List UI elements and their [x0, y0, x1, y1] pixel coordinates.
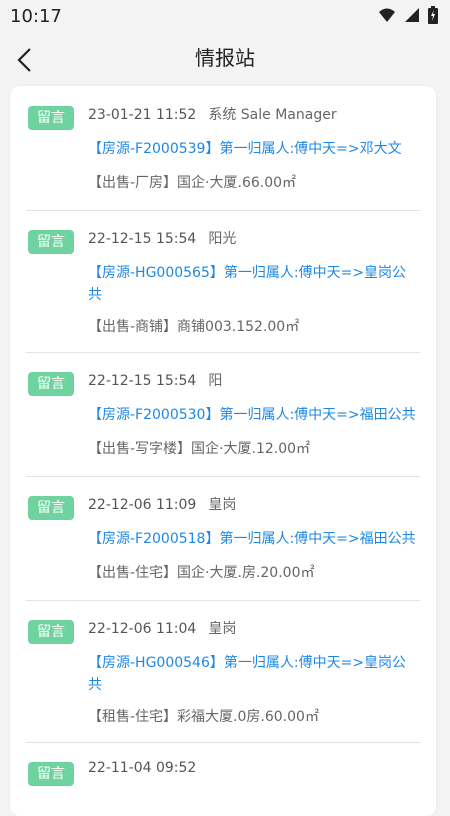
status-time: 10:17: [10, 6, 62, 27]
item-title-link[interactable]: 【房源-F2000539】第一归属人:傅中天=>邓大文: [88, 138, 418, 160]
item-meta: 23-01-21 11:52 系统 Sale Manager: [88, 104, 337, 124]
message-badge: 留言: [28, 230, 74, 254]
item-datetime: 22-12-06 11:04: [88, 621, 197, 637]
item-sender: 系统 Sale Manager: [208, 107, 337, 123]
item-meta: 22-12-15 15:54 阳: [88, 370, 222, 390]
item-datetime: 22-12-15 15:54: [88, 373, 197, 389]
item-sender: 皇岗: [208, 497, 237, 513]
message-badge: 留言: [28, 620, 74, 644]
message-badge: 留言: [28, 372, 74, 396]
item-datetime: 22-12-06 11:09: [88, 497, 197, 513]
item-meta: 22-12-06 11:09 皇岗: [88, 494, 236, 514]
item-meta: 22-12-06 11:04 皇岗: [88, 618, 236, 638]
list-item[interactable]: 留言 22-12-06 11:04 皇岗 【房源-HG000546】第一归属人:傅…: [26, 600, 420, 743]
list-item[interactable]: 留言 22-12-15 15:54 阳 【房源-F2000530】第一归属人:傅中…: [26, 352, 420, 477]
status-icons: [378, 6, 438, 24]
item-sender: 阳光: [208, 231, 237, 247]
signal-icon: [405, 8, 419, 22]
wifi-icon: [379, 8, 395, 22]
item-datetime: 22-11-04 09:52: [88, 760, 197, 776]
item-title-link[interactable]: 【房源-F2000530】第一归属人:傅中天=>福田公共: [88, 404, 418, 426]
item-desc: 【出售-商铺】商铺003.152.00㎡: [88, 319, 300, 335]
item-title-link[interactable]: 【房源-HG000546】第一归属人:傅中天=>皇岗公共: [88, 652, 418, 696]
item-desc: 【出售-写字楼】国企·大厦.12.00㎡: [88, 441, 311, 457]
battery-icon: [428, 6, 438, 24]
page-title: 情报站: [195, 46, 255, 70]
list-item[interactable]: 留言 23-01-21 11:52 系统 Sale Manager 【房源-F20…: [26, 86, 420, 211]
message-badge: 留言: [28, 762, 74, 786]
message-badge: 留言: [28, 496, 74, 520]
item-sender: 阳: [208, 373, 223, 389]
item-desc: 【出售-厂房】国企·大厦.66.00㎡: [88, 175, 297, 191]
item-sender: 皇岗: [208, 621, 237, 637]
list-item[interactable]: 留言 22-11-04 09:52: [26, 742, 420, 816]
list-item[interactable]: 留言 22-12-06 11:09 皇岗 【房源-F2000518】第一归属人:傅…: [26, 476, 420, 601]
item-desc: 【出售-住宅】国企·大厦.房.20.00㎡: [88, 565, 315, 581]
item-title-link[interactable]: 【房源-HG000565】第一归属人:傅中天=>皇岗公共: [88, 262, 418, 306]
message-list: 留言 23-01-21 11:52 系统 Sale Manager 【房源-F20…: [10, 86, 436, 816]
item-title-link[interactable]: 【房源-F2000518】第一归属人:傅中天=>福田公共: [88, 528, 418, 550]
item-meta: 22-12-15 15:54 阳光: [88, 228, 236, 248]
item-datetime: 23-01-21 11:52: [88, 107, 197, 123]
list-item[interactable]: 留言 22-12-15 15:54 阳光 【房源-HG000565】第一归属人:傅…: [26, 210, 420, 353]
item-meta: 22-11-04 09:52: [88, 760, 208, 776]
nav-header: 情报站: [0, 34, 450, 84]
item-desc: 【租售-住宅】彩福大厦.0房.60.00㎡: [88, 709, 319, 725]
item-datetime: 22-12-15 15:54: [88, 231, 197, 247]
message-badge: 留言: [28, 106, 74, 130]
status-bar: 10:17: [0, 0, 450, 34]
